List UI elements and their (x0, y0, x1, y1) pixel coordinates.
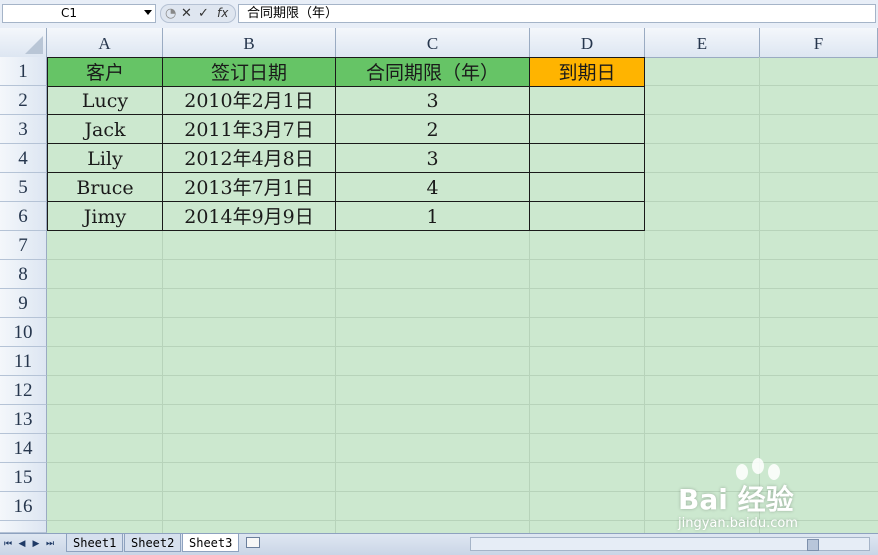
table-header-cell[interactable]: 客户 (47, 57, 163, 87)
row-header[interactable]: 10 (0, 318, 47, 347)
table-cell[interactable]: 2014年9月9日 (163, 202, 336, 231)
table-cell[interactable]: 2011年3月7日 (163, 115, 336, 144)
select-all-button[interactable] (0, 28, 47, 57)
row-header[interactable]: 5 (0, 173, 47, 202)
column-header-e[interactable]: E (645, 28, 760, 57)
insert-sheet-icon[interactable] (246, 537, 260, 548)
table-cell[interactable]: 2012年4月8日 (163, 144, 336, 173)
row-header[interactable]: 6 (0, 202, 47, 231)
cancel-icon[interactable]: ✕ (181, 6, 192, 21)
row-header[interactable]: 1 (0, 57, 47, 86)
insert-function-icon[interactable]: fx (217, 6, 228, 21)
table-cell[interactable]: Lily (47, 144, 163, 173)
row-header[interactable]: 11 (0, 347, 47, 376)
name-box[interactable]: C1 (2, 4, 156, 23)
row-header[interactable]: 8 (0, 260, 47, 289)
table-cell[interactable] (530, 173, 645, 202)
sheet-tab-bar: ⏮ ◀ ▶ ⏭ Sheet1 Sheet2 Sheet3 (0, 533, 878, 555)
row-header[interactable]: 9 (0, 289, 47, 318)
row-header[interactable]: 7 (0, 231, 47, 260)
formula-bar: C1 ◔ ✕ ✓ fx 合同期限（年） (0, 0, 878, 29)
row-header[interactable]: 16 (0, 492, 47, 521)
baidu-jingyan-watermark: Bai 经验 jingyan.baidu.com (672, 458, 872, 534)
expand-icon[interactable]: ◔ (165, 6, 176, 21)
table-cell[interactable] (530, 144, 645, 173)
horizontal-scrollbar[interactable] (470, 537, 870, 551)
table-cell[interactable]: 4 (336, 173, 530, 202)
scrollbar-thumb[interactable] (807, 539, 819, 551)
last-sheet-icon[interactable]: ⏭ (44, 537, 56, 551)
table-cell[interactable] (530, 202, 645, 231)
table-header-cell[interactable]: 签订日期 (163, 57, 336, 87)
column-header-b[interactable]: B (163, 28, 336, 57)
watermark-logo: Bai 经验 (678, 483, 794, 516)
row-header[interactable]: 15 (0, 463, 47, 492)
enter-icon[interactable]: ✓ (198, 6, 209, 21)
watermark-url: jingyan.baidu.com (678, 516, 798, 531)
table-cell[interactable]: 2010年2月1日 (163, 86, 336, 115)
table-cell[interactable]: Bruce (47, 173, 163, 202)
formula-input[interactable]: 合同期限（年） (238, 4, 876, 23)
sheet-tab[interactable]: Sheet2 (124, 534, 182, 552)
table-cell[interactable]: 2013年7月1日 (163, 173, 336, 202)
column-header-f[interactable]: F (760, 28, 878, 57)
column-header-d[interactable]: D (530, 28, 645, 57)
table-cell[interactable]: 1 (336, 202, 530, 231)
sheet-tab[interactable]: Sheet1 (66, 534, 124, 552)
row-header[interactable]: 4 (0, 144, 47, 173)
column-header-c[interactable]: C (336, 28, 530, 57)
table-cell[interactable]: Lucy (47, 86, 163, 115)
formula-buttons: ◔ ✕ ✓ fx (160, 4, 236, 23)
row-header[interactable]: 13 (0, 405, 47, 434)
row-header[interactable]: 12 (0, 376, 47, 405)
column-headers: A B C D E F (0, 28, 878, 58)
table-cell[interactable] (530, 115, 645, 144)
data-table: 客户 签订日期 合同期限（年） 到期日 Lucy 2010年2月1日 3 Jac… (47, 57, 646, 232)
first-sheet-icon[interactable]: ⏮ (2, 537, 14, 551)
table-cell[interactable]: Jimy (47, 202, 163, 231)
name-box-dropdown-icon[interactable] (144, 10, 152, 15)
row-header[interactable]: 3 (0, 115, 47, 144)
next-sheet-icon[interactable]: ▶ (30, 537, 42, 551)
table-cell[interactable]: 3 (336, 144, 530, 173)
table-cell[interactable] (530, 86, 645, 115)
row-header[interactable]: 14 (0, 434, 47, 463)
table-cell[interactable]: 2 (336, 115, 530, 144)
row-header[interactable]: 2 (0, 86, 47, 115)
table-cell[interactable]: 3 (336, 86, 530, 115)
table-header-cell[interactable]: 到期日 (530, 57, 645, 87)
table-header-cell[interactable]: 合同期限（年） (336, 57, 530, 87)
column-header-a[interactable]: A (47, 28, 163, 57)
table-cell[interactable]: Jack (47, 115, 163, 144)
row-header[interactable] (0, 521, 47, 533)
sheet-tab-active[interactable]: Sheet3 (182, 534, 240, 552)
prev-sheet-icon[interactable]: ◀ (16, 537, 28, 551)
